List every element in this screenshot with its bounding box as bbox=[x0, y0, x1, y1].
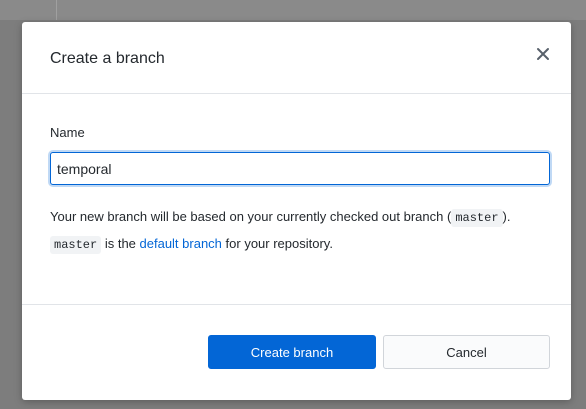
create-branch-dialog: Create a branch Name Your new branch wil… bbox=[22, 22, 571, 400]
dialog-title: Create a branch bbox=[50, 50, 165, 67]
branch-description: Your new branch will be based on your cu… bbox=[50, 204, 550, 258]
description-text-4: for your repository. bbox=[221, 236, 333, 251]
dialog-header: Create a branch bbox=[22, 22, 571, 94]
close-icon[interactable] bbox=[533, 44, 553, 64]
dialog-footer: Create branch Cancel bbox=[22, 304, 571, 400]
description-text-3: is the bbox=[101, 236, 140, 251]
description-text-1: Your new branch will be based on your cu… bbox=[50, 209, 452, 224]
default-branch-link[interactable]: default branch bbox=[140, 236, 222, 251]
default-branch-code: master bbox=[50, 236, 102, 254]
description-text-2: ). bbox=[502, 209, 511, 224]
current-branch-code: master bbox=[451, 209, 503, 227]
close-icon-glyph bbox=[537, 48, 549, 60]
branch-name-input[interactable] bbox=[50, 152, 550, 185]
create-branch-button[interactable]: Create branch bbox=[208, 335, 376, 369]
cancel-button[interactable]: Cancel bbox=[383, 335, 550, 369]
name-label: Name bbox=[50, 125, 85, 140]
background-app-strip bbox=[0, 0, 586, 20]
background-divider bbox=[56, 0, 57, 20]
